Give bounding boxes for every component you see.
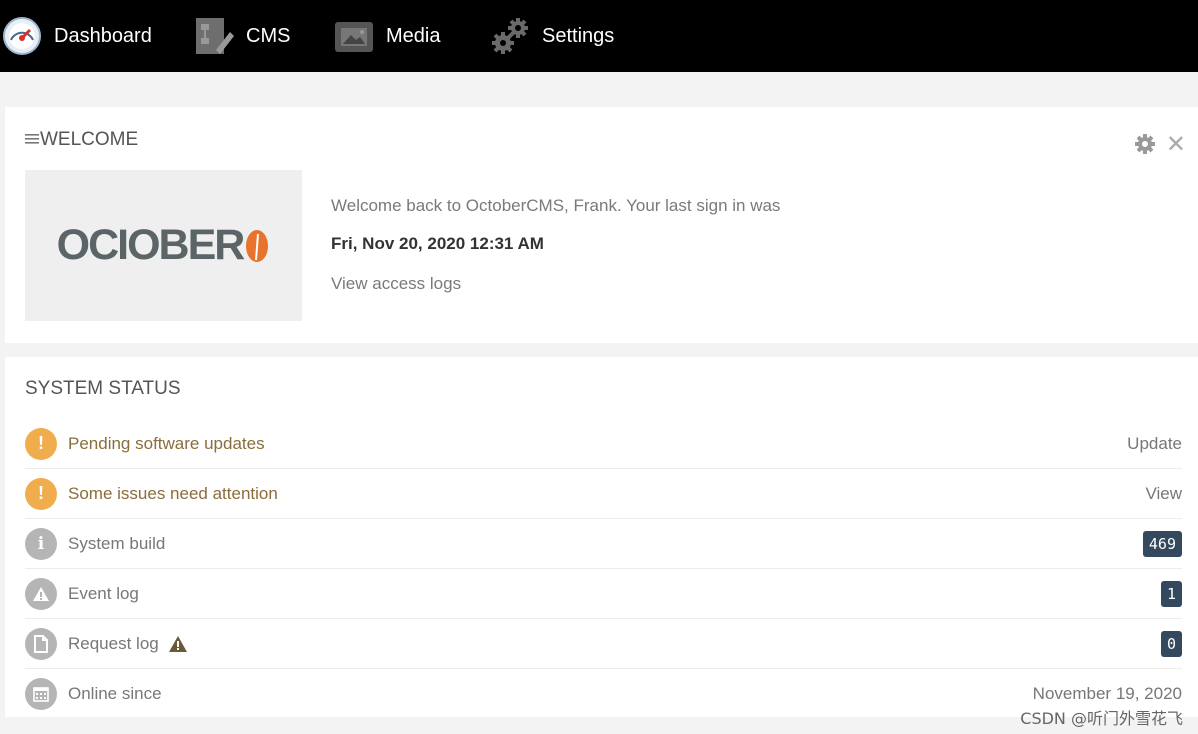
view-issues-link[interactable]: View <box>1145 484 1182 504</box>
online-since-date: November 19, 2020 <box>1032 683 1182 703</box>
nav-label: CMS <box>246 24 291 47</box>
widget-title[interactable]: WELCOME <box>25 129 138 151</box>
nav-label: Dashboard <box>54 24 152 47</box>
nav-label: Settings <box>542 24 615 47</box>
system-status-title: SYSTEM STATUS <box>25 378 181 399</box>
event-log-badge[interactable]: 1 <box>1160 580 1182 607</box>
nav-dashboard[interactable]: Dashboard <box>2 0 152 72</box>
warning-triangle-icon <box>168 635 187 652</box>
nav-cms[interactable]: CMS <box>194 0 290 72</box>
widget-controls: ✕ <box>1134 132 1186 156</box>
october-logo: OCIOBER <box>25 170 302 321</box>
document-icon <box>25 627 57 660</box>
build-badge-wrap: 469 <box>1142 530 1182 557</box>
status-label: Online since <box>68 683 162 703</box>
status-label: Some issues need attention <box>68 483 278 503</box>
status-row-issues: ! Some issues need attention View <box>25 469 1182 519</box>
event-badge-wrap: 1 <box>1160 580 1182 607</box>
update-link[interactable]: Update <box>1127 434 1182 454</box>
welcome-widget: WELCOME ✕ OCIOBER Welcome back to Octobe… <box>5 107 1198 343</box>
media-image-icon <box>334 16 374 56</box>
watermark-text: CSDN @听门外雪花飞 <box>1020 709 1183 728</box>
info-circle-icon: i <box>25 527 57 560</box>
status-label: System build <box>68 533 166 553</box>
top-navbar: Dashboard CMS Media Settings <box>0 0 1198 72</box>
warning-circle-icon: ! <box>25 477 57 510</box>
status-label: Pending software updates <box>68 433 265 453</box>
nav-label: Media <box>386 24 441 47</box>
nav-media[interactable]: Media <box>334 0 440 72</box>
status-row-event-log: Event log 1 <box>25 569 1182 619</box>
status-row-online-since: Online since November 19, 2020 <box>25 669 1182 718</box>
gears-icon <box>490 16 530 56</box>
widget-settings-icon[interactable] <box>1134 133 1156 155</box>
build-number-badge: 469 <box>1142 530 1182 557</box>
drag-handle-icon[interactable] <box>25 129 39 151</box>
calendar-icon <box>25 677 57 710</box>
status-row-request-log: Request log 0 <box>25 619 1182 669</box>
request-log-badge[interactable]: 0 <box>1160 630 1182 657</box>
logo-wordmark: OCIOBER <box>57 221 271 270</box>
welcome-message: Welcome back to OctoberCMS, Frank. Your … <box>331 196 781 215</box>
request-badge-wrap: 0 <box>1160 630 1182 657</box>
status-label: Event log <box>68 583 139 603</box>
status-label: Request log <box>68 633 159 653</box>
cms-edit-icon <box>194 16 234 56</box>
status-list: ! Pending software updates Update ! Some… <box>25 419 1182 718</box>
status-row-build: i System build 469 <box>25 519 1182 569</box>
system-status-widget: SYSTEM STATUS ! Pending software updates… <box>5 357 1198 717</box>
last-signin-date: Fri, Nov 20, 2020 12:31 AM <box>331 234 544 253</box>
view-access-logs-link[interactable]: View access logs <box>331 274 461 294</box>
speedometer-icon <box>2 16 42 56</box>
warning-circle-icon: ! <box>25 427 57 460</box>
welcome-title: WELCOME <box>40 129 139 150</box>
close-icon[interactable]: ✕ <box>1166 132 1186 156</box>
triangle-alert-icon <box>25 577 57 610</box>
status-row-updates: ! Pending software updates Update <box>25 419 1182 469</box>
nav-settings[interactable]: Settings <box>490 0 614 72</box>
